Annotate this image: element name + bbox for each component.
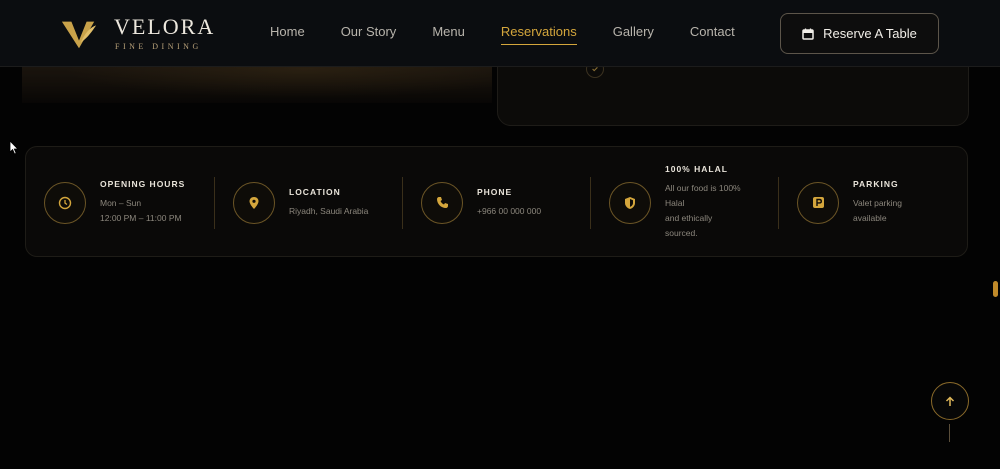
scrollbar-thumb[interactable] [993, 281, 998, 297]
nav-menu[interactable]: Menu [432, 24, 465, 45]
nav-gallery[interactable]: Gallery [613, 24, 654, 45]
nav-home[interactable]: Home [270, 24, 305, 45]
info-item-parking: PARKING Valet parking available [797, 147, 902, 258]
info-item-hours: OPENING HOURS Mon – Sun 12:00 PM – 11:00… [44, 147, 185, 258]
reserve-table-button[interactable]: Reserve A Table [780, 13, 939, 54]
reserve-table-label: Reserve A Table [823, 26, 917, 41]
brand-logo[interactable]: VELORA FINE DINING [60, 14, 215, 52]
scroll-indicator-line [949, 424, 950, 442]
velora-logo-icon [61, 21, 97, 49]
brand-name: VELORA [114, 13, 216, 39]
nav-our-story[interactable]: Our Story [341, 24, 397, 45]
site-header: VELORA FINE DINING Home Our Story Menu R… [0, 0, 1000, 67]
brand-tagline: FINE DINING [115, 41, 202, 51]
halal-title: 100% HALAL [665, 164, 728, 174]
hours-days: Mon – Sun [100, 198, 142, 208]
parking-icon [797, 181, 839, 224]
phone-number[interactable]: +966 00 000 000 [477, 204, 541, 219]
divider [590, 177, 591, 229]
map-pin-icon [233, 181, 275, 224]
info-item-halal: 100% HALAL All our food is 100% Halal an… [609, 147, 741, 258]
phone-title: PHONE [477, 186, 513, 197]
main-nav: Home Our Story Menu Reservations Gallery… [270, 24, 771, 45]
phone-icon [421, 181, 463, 224]
hours-title: OPENING HOURS [100, 179, 186, 189]
divider [402, 177, 403, 229]
halal-line-2: Halal [665, 198, 685, 208]
back-to-top-button[interactable] [931, 382, 969, 420]
halal-line-4: sourced. [665, 228, 698, 238]
arrow-up-icon [945, 395, 955, 406]
nav-reservations[interactable]: Reservations [500, 24, 577, 45]
shield-icon [609, 181, 651, 224]
divider [214, 177, 215, 229]
calendar-icon [802, 28, 814, 40]
halal-line-1: All our food is 100% [665, 183, 741, 193]
hours-time: 12:00 PM – 11:00 PM [100, 213, 182, 223]
parking-line-2: available [853, 213, 887, 223]
parking-line-1: Valet parking [853, 198, 902, 208]
info-item-location: LOCATION Riyadh, Saudi Arabia [233, 147, 368, 258]
mouse-cursor-icon [9, 140, 19, 155]
divider [778, 177, 779, 229]
parking-title: PARKING [853, 179, 899, 189]
location-address: Riyadh, Saudi Arabia [289, 205, 369, 216]
info-item-phone: PHONE +966 00 000 000 [421, 147, 541, 258]
nav-contact[interactable]: Contact [690, 24, 735, 45]
clock-icon [44, 181, 86, 224]
location-title: LOCATION [289, 186, 341, 197]
halal-line-3: and ethically [665, 213, 713, 223]
info-bar: OPENING HOURS Mon – Sun 12:00 PM – 11:00… [25, 146, 968, 257]
